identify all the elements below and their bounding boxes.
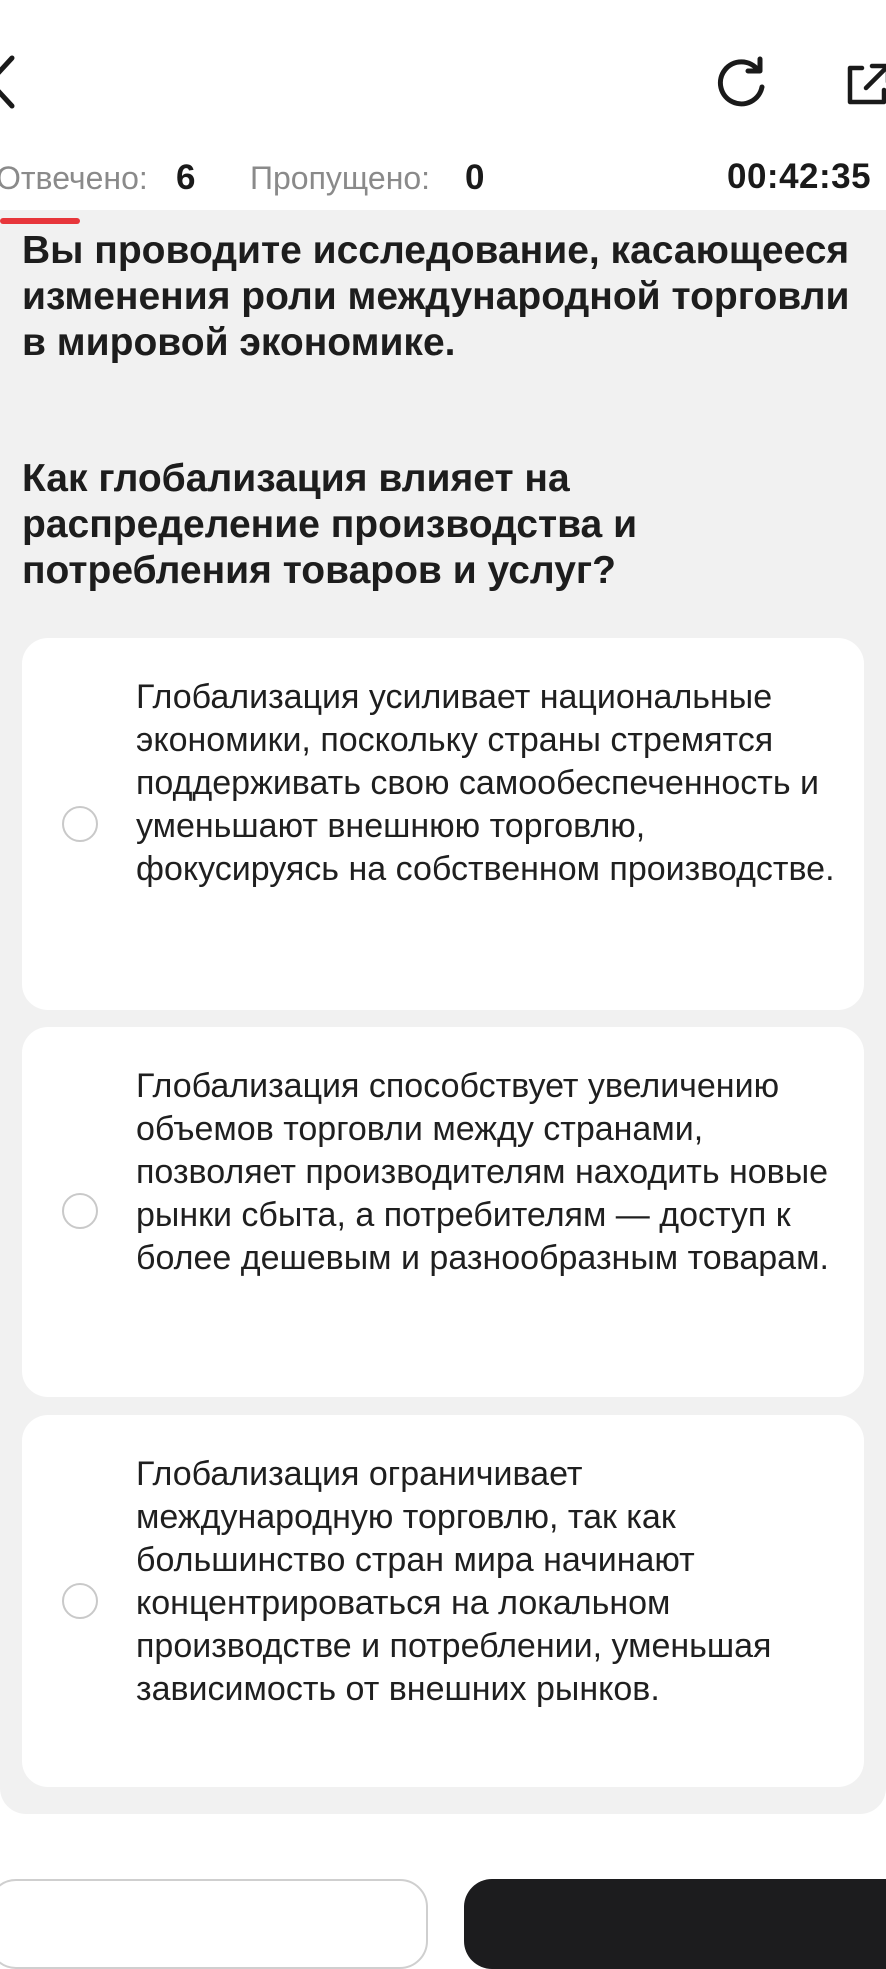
option-text: Глобализация способствует увеличению объ… [136,1067,829,1277]
question-context: Вы проводите исследование, касающееся из… [22,229,850,364]
radio-button[interactable] [62,1583,98,1619]
skipped-count: 0 [465,158,485,197]
question-prompt: Как глобализация влияет на распределение… [22,457,638,592]
skipped-label: Пропущено: [250,160,431,196]
chevron-left-icon[interactable] [0,52,16,112]
external-link-icon[interactable] [846,62,886,106]
option-text: Глобализация ограничивает международную … [136,1455,772,1708]
radio-button[interactable] [62,806,98,842]
primary-button[interactable] [464,1879,886,1969]
timer: 00:42:35 [727,157,872,196]
answered-label: Отвечено: [0,160,148,196]
reload-icon[interactable] [714,56,768,110]
answered-count: 6 [176,158,196,197]
option-text: Глобализация усиливает национальные экон… [136,678,835,888]
radio-button[interactable] [62,1193,98,1229]
answer-option-3[interactable]: Глобализация ограничивает международную … [22,1415,864,1787]
answer-option-1[interactable]: Глобализация усиливает национальные экон… [22,638,864,1010]
progress-bar [0,218,80,224]
answer-option-2[interactable]: Глобализация способствует увеличению объ… [22,1027,864,1397]
secondary-button[interactable] [0,1879,428,1969]
